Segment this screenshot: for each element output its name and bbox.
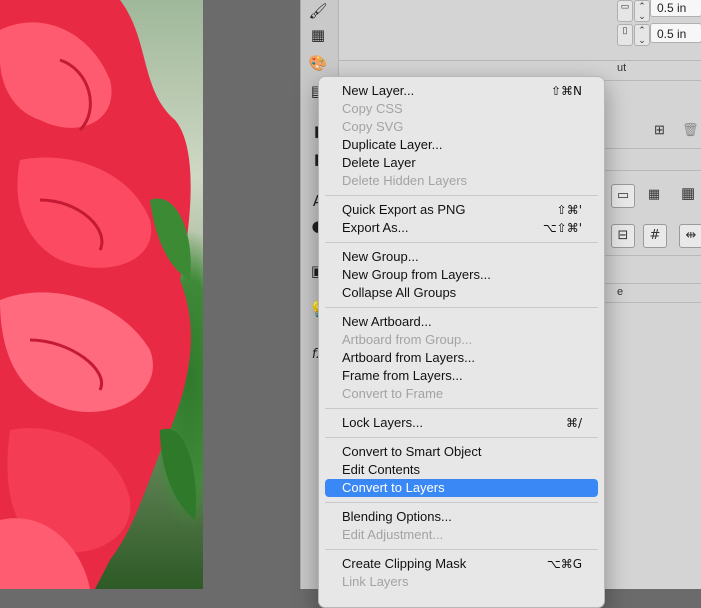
height-stepper[interactable]: ⌃ ⌄ [634,24,650,46]
menu-item-label: Convert to Smart Object [342,444,482,459]
width-stepper[interactable]: ⌃ ⌄ [634,0,650,22]
menu-item-label: Edit Adjustment... [342,527,444,542]
width-field[interactable]: 0.5 in [650,0,701,17]
menu-item-new-artboard[interactable]: New Artboard... [325,313,598,331]
constraint-icon[interactable]: ⇹ [679,224,701,248]
menu-item-label: Artboard from Layers... [342,350,475,365]
divider [339,60,701,61]
menu-item-delete-layer[interactable]: Delete Layer [325,154,598,172]
menu-item-label: Duplicate Layer... [342,137,443,152]
menu-item-copy-svg: Copy SVG [325,118,598,136]
brush-icon[interactable]: 🖌 [307,0,329,22]
menu-item-label: Delete Hidden Layers [342,173,468,188]
menu-item-new-group[interactable]: New Group... [325,248,598,266]
menu-item-export-as[interactable]: Export As... ⌥⇧⌘' [325,219,598,237]
menu-item-label: Edit Contents [342,462,421,477]
menu-item-label: New Layer... [342,83,415,98]
menu-separator [325,307,598,308]
menu-item-shortcut: ⇧⌘' [556,203,582,217]
menu-item-new-layer[interactable]: New Layer... ⇧⌘N [325,82,598,100]
menu-item-label: Link Layers [342,574,409,589]
menu-item-label: New Group from Layers... [342,267,491,282]
align-icon[interactable]: ▭ [611,184,635,208]
height-field[interactable]: 0.5 in [650,23,701,43]
menu-item-label: Copy CSS [342,101,403,116]
menu-item-shortcut: ⌥⌘G [546,557,582,571]
menu-item-shortcut: ⌘/ [565,416,582,430]
pasteboard [203,0,300,589]
menu-item-artboard-from-layers[interactable]: Artboard from Layers... [325,349,598,367]
menu-separator [325,502,598,503]
menu-item-shortcut: ⌥⇧⌘' [542,221,582,235]
menu-item-edit-adjustment: Edit Adjustment... [325,526,598,544]
menu-item-label: Delete Layer [342,155,416,170]
menu-item-convert-to-frame: Convert to Frame [325,385,598,403]
palette-icon[interactable]: 🎨 [307,52,329,74]
distribute-icon[interactable]: ⊟ [611,224,635,248]
menu-item-label: Frame from Layers... [342,368,463,383]
menu-item-label: Blending Options... [342,509,452,524]
menu-item-duplicate-layer[interactable]: Duplicate Layer... [325,136,598,154]
menu-item-convert-to-layers[interactable]: Convert to Layers [325,479,598,497]
menu-item-link-layers: Link Layers [325,573,598,591]
grid-icon[interactable]: ▦ [681,184,695,202]
add-icon[interactable]: ⊞ [654,122,665,138]
document-canvas[interactable] [0,0,203,589]
menu-separator [325,242,598,243]
menu-item-label: Copy SVG [342,119,404,134]
trash-icon[interactable]: 🗑 [682,122,699,138]
menu-item-new-group-from-layers[interactable]: New Group from Layers... [325,266,598,284]
menu-item-label: Artboard from Group... [342,332,473,347]
menu-item-label: Collapse All Groups [342,285,457,300]
menu-item-label: Convert to Frame [342,386,444,401]
panel-section-label: ut [617,62,627,74]
menu-item-label: Lock Layers... [342,415,423,430]
menu-item-copy-css: Copy CSS [325,100,598,118]
menu-item-label: Create Clipping Mask [342,556,467,571]
menu-item-collapse-all-groups[interactable]: Collapse All Groups [325,284,598,302]
menu-item-create-clipping-mask[interactable]: Create Clipping Mask ⌥⌘G [325,555,598,573]
rose-photo [0,0,196,589]
width-lock-icon[interactable]: ▭ [617,0,633,22]
menu-item-label: New Group... [342,249,419,264]
menu-item-shortcut: ⇧⌘N [550,84,582,98]
height-lock-icon[interactable]: ▯ [617,24,633,46]
menu-separator [325,408,598,409]
panel-section-label: e [617,286,624,298]
menu-item-quick-export-as-png[interactable]: Quick Export as PNG ⇧⌘' [325,201,598,219]
menu-item-lock-layers[interactable]: Lock Layers... ⌘/ [325,414,598,432]
menu-separator [325,195,598,196]
menu-item-label: Export As... [342,220,409,235]
table-grid-icon[interactable]: ▦ [643,184,665,206]
menu-separator [325,549,598,550]
menu-separator [325,437,598,438]
menu-item-frame-from-layers[interactable]: Frame from Layers... [325,367,598,385]
layer-context-menu: New Layer... ⇧⌘N Copy CSS Copy SVG Duplicate… [318,76,605,608]
menu-item-artboard-from-group: Artboard from Group... [325,331,598,349]
menu-item-blending-options[interactable]: Blending Options... [325,508,598,526]
grid-icon[interactable]: ▦ [307,24,329,46]
menu-item-delete-hidden-layers: Delete Hidden Layers [325,172,598,190]
menu-item-edit-contents[interactable]: Edit Contents [325,461,598,479]
menu-item-label: Convert to Layers [342,480,445,495]
menu-item-label: Quick Export as PNG [342,202,466,217]
menu-item-convert-to-smart-object[interactable]: Convert to Smart Object [325,443,598,461]
grid-snap-icon[interactable]: # [643,224,667,248]
menu-item-label: New Artboard... [342,314,432,329]
